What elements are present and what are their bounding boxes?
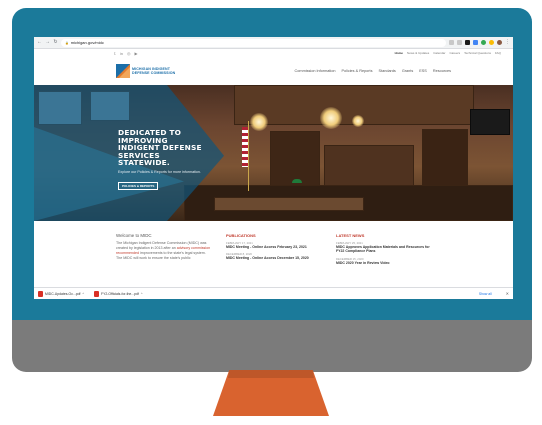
lamp [292, 179, 302, 183]
hero-banner: DEDICATED TO IMPROVING INDIGENT DEFENSE … [34, 85, 513, 221]
welcome-heading: Welcome to MIDC [116, 233, 152, 238]
linkedin-icon[interactable]: in [120, 51, 123, 56]
nav-standards[interactable]: Standards [379, 69, 396, 73]
profile-avatar[interactable] [497, 40, 502, 45]
site-header: MICHIGAN INDIGENT DEFENSE COMMISSION Com… [34, 57, 513, 85]
latest-news-column: LATEST NEWS FEBRUARY 25, 2021 MIDC Appro… [336, 233, 432, 265]
utility-link-careers[interactable]: Careers [449, 51, 460, 55]
utility-link-news[interactable]: News & Updates [407, 51, 429, 55]
publications-heading: PUBLICATIONS [226, 233, 256, 238]
news-title[interactable]: MIDC Approves Application Materials and … [336, 245, 432, 254]
chandelier-light [352, 115, 364, 127]
nav-ess[interactable]: ESS [419, 69, 427, 73]
utility-link-calendar[interactable]: Calendar [433, 51, 445, 55]
monitor-chin [12, 320, 532, 372]
back-icon[interactable]: ← [37, 40, 42, 45]
monitor-screen: ← → ↻ 🔒 michigan.gov/midc ⋮ 𝕥 in ◎ ▶ Hom… [34, 37, 513, 299]
utility-link-technical[interactable]: Technical Questions [464, 51, 491, 55]
close-icon[interactable]: ✕ [506, 291, 509, 296]
welcome-column: Welcome to MIDC The Michigan Indigent De… [116, 233, 212, 265]
download-filename: MIDC-Updates-Oc...pdf [45, 291, 81, 296]
download-item[interactable]: MIDC-Updates-Oc...pdf ^ [38, 290, 84, 297]
nav-grants[interactable]: Grants [402, 69, 413, 73]
social-bar: 𝕥 in ◎ ▶ Home News & Updates Calendar Ca… [34, 49, 513, 57]
chevron-up-icon[interactable]: ^ [141, 292, 143, 296]
browser-toolbar: ← → ↻ 🔒 michigan.gov/midc ⋮ [34, 37, 513, 49]
address-bar-url: michigan.gov/midc [70, 40, 104, 45]
nav-resources[interactable]: Resources [433, 69, 451, 73]
extension-icon[interactable] [465, 40, 470, 45]
site-logo[interactable]: MICHIGAN INDIGENT DEFENSE COMMISSION [116, 64, 175, 78]
pdf-file-icon [38, 290, 43, 297]
pdf-file-icon [94, 290, 100, 297]
menu-kebab-icon[interactable]: ⋮ [505, 40, 510, 45]
extension-icon[interactable] [457, 40, 462, 45]
show-all-downloads-button[interactable]: Show all [479, 292, 492, 296]
download-item[interactable]: FY2-Officials-for-the...pdf ^ [94, 290, 143, 297]
flag-pole [248, 121, 249, 191]
publications-column: PUBLICATIONS FEBRUARY 17, 2021 MIDC Meet… [226, 233, 322, 265]
extension-icon[interactable] [449, 40, 454, 45]
publication-title[interactable]: MIDC Meeting - Online Access December 15… [226, 256, 322, 260]
nav-policies-reports[interactable]: Policies & Reports [341, 69, 372, 73]
publication-item[interactable]: DECEMBER 8, 2020 MIDC Meeting - Online A… [226, 252, 322, 260]
content-columns: Welcome to MIDC The Michigan Indigent De… [34, 221, 513, 265]
policies-reports-button[interactable]: POLICIES & REPORTS [118, 181, 159, 190]
youtube-icon[interactable]: ▶ [135, 51, 138, 56]
utility-nav: Home News & Updates Calendar Careers Tec… [395, 51, 501, 55]
lock-icon: 🔒 [65, 40, 69, 45]
downloads-bar: MIDC-Updates-Oc...pdf ^ FY2-Officials-fo… [34, 287, 513, 299]
twitter-icon[interactable]: 𝕥 [114, 51, 116, 56]
hero-title: DEDICATED TO IMPROVING INDIGENT DEFENSE … [118, 128, 202, 168]
chevron-up-icon[interactable]: ^ [82, 292, 84, 296]
chandelier-light [320, 107, 342, 129]
main-nav: Commission Information Policies & Report… [295, 69, 451, 73]
chandelier-light [250, 113, 268, 131]
forward-icon[interactable]: → [45, 40, 50, 45]
monitor-illustration: ← → ↻ 🔒 michigan.gov/midc ⋮ 𝕥 in ◎ ▶ Hom… [0, 0, 542, 425]
hero-subtitle: Explore our Policies & Reports for more … [118, 169, 201, 174]
download-filename: FY2-Officials-for-the...pdf [101, 291, 139, 296]
extension-icon[interactable] [481, 40, 486, 45]
address-bar[interactable]: 🔒 michigan.gov/midc [61, 38, 446, 47]
extension-icon[interactable] [473, 40, 478, 45]
news-title[interactable]: MIDC 2020 Year in Review Video [336, 261, 432, 265]
instagram-icon[interactable]: ◎ [127, 51, 131, 56]
publication-title[interactable]: MIDC Meeting - Online Access February 23… [226, 245, 322, 249]
reload-icon[interactable]: ↻ [53, 40, 58, 45]
utility-link-home[interactable]: Home [395, 51, 403, 55]
nav-commission-information[interactable]: Commission Information [295, 69, 336, 73]
logo-line-2: DEFENSE COMMISSION [132, 71, 176, 75]
utility-link-faq[interactable]: FAQ [495, 51, 501, 55]
news-item[interactable]: FEBRUARY 25, 2021 MIDC Approves Applicat… [336, 241, 432, 254]
news-item[interactable]: DECEMBER 15, 2020 MIDC 2020 Year in Revi… [336, 257, 432, 265]
tv-screen [470, 109, 510, 135]
latest-news-heading: LATEST NEWS [336, 233, 365, 238]
hero-copy: DEDICATED TO IMPROVING INDIGENT DEFENSE … [118, 129, 228, 192]
publication-item[interactable]: FEBRUARY 17, 2021 MIDC Meeting - Online … [226, 241, 322, 249]
logo-icon [116, 64, 130, 78]
extension-icon[interactable] [489, 40, 494, 45]
